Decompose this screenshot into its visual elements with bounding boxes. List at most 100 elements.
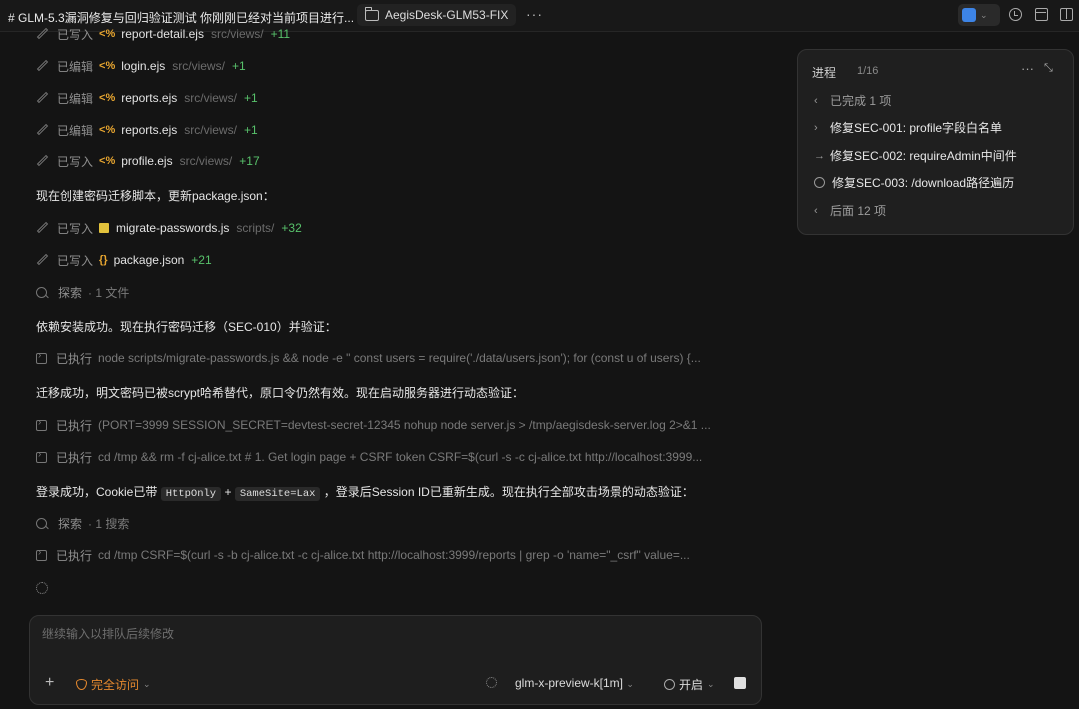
pending-circle-icon — [814, 177, 825, 188]
edit-row[interactable]: 已编辑 <% login.ejs src/views/ +1 — [36, 57, 246, 75]
action-label: 已编辑 — [57, 59, 94, 74]
file-path: src/views/ — [184, 123, 237, 137]
chevron-down-icon: ⌄ — [980, 9, 988, 20]
action-label: 已写入 — [57, 253, 94, 268]
chevron-right-icon: › — [814, 121, 818, 134]
more-options-button[interactable]: ··· — [526, 6, 543, 22]
line-delta: +1 — [243, 91, 258, 105]
edit-row[interactable]: 已写入 <% report-detail.ejs src/views/ +11 — [36, 25, 290, 43]
folder-icon — [365, 6, 379, 21]
terminal-icon — [36, 449, 47, 463]
file-path: scripts/ — [236, 221, 275, 235]
action-label: 探索 — [58, 516, 83, 531]
exec-row[interactable]: 已执行 (PORT=3999 SESSION_SECRET=devtest-se… — [36, 416, 738, 434]
split-view-icon[interactable] — [1060, 8, 1073, 21]
stop-button[interactable] — [734, 677, 746, 689]
exec-row[interactable]: 已执行 node scripts/migrate-passwords.js &&… — [36, 349, 738, 367]
action-label: 已执行 — [56, 418, 93, 433]
search-meta: · 1 文件 — [88, 285, 130, 300]
message-text: + — [224, 485, 232, 499]
action-label: 探索 — [58, 285, 83, 300]
progress-title: 进程 — [812, 66, 837, 80]
add-button[interactable]: + — [45, 674, 54, 692]
thinking-toggle[interactable]: 开启 ⌄ — [664, 676, 715, 693]
loading-spinner-icon — [36, 582, 48, 594]
remaining-label: 后面 12 项 — [830, 204, 887, 218]
shield-icon — [76, 679, 87, 690]
line-delta: +1 — [243, 123, 258, 137]
command-text: cd /tmp CSRF=$(curl -s -b cj-alice.txt -… — [98, 548, 690, 562]
completed-toggle[interactable]: ‹ 已完成 1 项 — [814, 92, 891, 109]
message-input[interactable] — [40, 626, 744, 642]
file-name: reports.ejs — [121, 123, 178, 137]
pencil-icon — [36, 254, 48, 266]
arrow-right-icon: → — [814, 149, 825, 162]
model-label: glm-x-preview-k[1m] — [515, 676, 624, 690]
pencil-icon — [36, 28, 48, 40]
json-file-icon: {} — [99, 254, 108, 266]
inline-code: HttpOnly — [160, 487, 222, 501]
ejs-file-icon: <% — [99, 60, 116, 72]
composer: + 完全访问 ⌄ glm-x-preview-k[1m] ⌄ 开启 ⌄ — [29, 615, 762, 705]
file-name: profile.ejs — [121, 154, 173, 168]
assistant-message: 现在创建密码迁移脚本，更新package.json： — [36, 189, 275, 203]
chevron-left-icon: ‹ — [814, 94, 818, 107]
file-name: package.json — [113, 253, 185, 267]
search-meta: · 1 搜索 — [88, 516, 130, 531]
chevron-down-icon: ⌄ — [707, 679, 715, 689]
message-text: 登录成功，Cookie已带 — [36, 485, 158, 499]
task-item[interactable]: → 修复SEC-002: requireAdmin中间件 — [814, 147, 1017, 164]
action-label: 已写入 — [57, 27, 94, 42]
line-delta: +21 — [191, 253, 212, 267]
pencil-icon — [36, 92, 48, 104]
task-label: 修复SEC-001: profile字段白名单 — [830, 121, 1003, 135]
access-mode-dropdown[interactable]: 完全访问 ⌄ — [76, 676, 151, 693]
inline-code: SameSite=Lax — [234, 487, 321, 501]
search-row[interactable]: 探索 · 1 文件 — [36, 283, 129, 301]
line-delta: +1 — [231, 59, 246, 73]
progress-count: 1/16 — [857, 65, 879, 77]
assistant-message: 依赖安装成功。现在执行密码迁移（SEC-010）并验证： — [36, 320, 337, 334]
panel-toggle-icon[interactable] — [1035, 8, 1048, 21]
chevron-down-icon: ⌄ — [143, 679, 151, 689]
ide-logo-icon — [962, 8, 976, 22]
search-icon — [36, 286, 47, 298]
completed-label: 已完成 1 项 — [830, 94, 892, 108]
more-options-icon[interactable]: ··· — [1021, 61, 1034, 76]
search-row[interactable]: 探索 · 1 搜索 — [36, 514, 129, 532]
command-text: node scripts/migrate-passwords.js && nod… — [98, 351, 701, 365]
file-name: login.ejs — [121, 59, 166, 73]
file-path: src/views/ — [210, 27, 264, 41]
history-icon[interactable] — [1009, 8, 1022, 21]
pencil-icon — [36, 222, 48, 234]
edit-row[interactable]: 已写入 migrate-passwords.js scripts/ +32 — [36, 219, 302, 237]
pencil-icon — [36, 60, 48, 72]
model-selector[interactable]: glm-x-preview-k[1m] ⌄ — [515, 676, 634, 690]
task-label: 修复SEC-002: requireAdmin中间件 — [830, 149, 1017, 163]
collapse-icon[interactable]: ⤡ — [1044, 62, 1053, 75]
edit-row[interactable]: 已编辑 <% reports.ejs src/views/ +1 — [36, 121, 258, 139]
remaining-toggle[interactable]: ‹ 后面 12 项 — [814, 202, 886, 219]
task-item[interactable]: 修复SEC-003: /download路径遍历 — [814, 174, 1014, 191]
project-tab[interactable]: AegisDesk-GLM53-FIX — [357, 4, 517, 26]
edit-row[interactable]: 已写入 {} package.json +21 — [36, 251, 212, 269]
file-name: report-detail.ejs — [121, 27, 204, 41]
open-in-ide-button[interactable]: ⌄ — [958, 4, 1000, 26]
chevron-down-icon: ⌄ — [626, 679, 634, 689]
ejs-file-icon: <% — [99, 28, 116, 40]
exec-row[interactable]: 已执行 cd /tmp && rm -f cj-alice.txt # 1. G… — [36, 448, 738, 466]
pencil-icon — [36, 124, 48, 136]
pencil-icon — [36, 155, 48, 167]
action-label: 已写入 — [57, 221, 94, 236]
edit-row[interactable]: 已写入 <% profile.ejs src/views/ +17 — [36, 152, 260, 170]
window-title: # GLM-5.3漏洞修复与回归验证测试 你刚刚已经对当前项目进行... — [8, 11, 355, 25]
chevron-left-icon: ‹ — [814, 204, 818, 217]
file-name: reports.ejs — [121, 91, 178, 105]
assistant-message: 登录成功，Cookie已带 HttpOnly + SameSite=Lax ，登… — [36, 483, 694, 501]
task-item[interactable]: › 修复SEC-001: profile字段白名单 — [814, 119, 1002, 136]
file-path: src/views/ — [184, 91, 237, 105]
action-label: 已执行 — [56, 351, 93, 366]
edit-row[interactable]: 已编辑 <% reports.ejs src/views/ +1 — [36, 89, 258, 107]
exec-row[interactable]: 已执行 cd /tmp CSRF=$(curl -s -b cj-alice.t… — [36, 546, 738, 564]
task-label: 修复SEC-003: /download路径遍历 — [832, 176, 1015, 190]
